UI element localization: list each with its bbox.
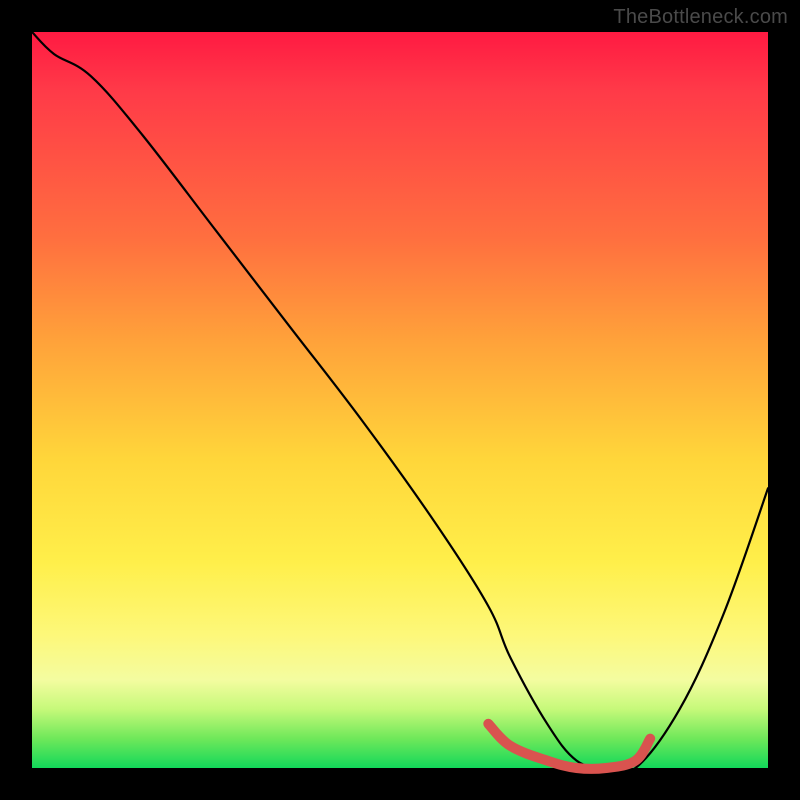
plot-area (32, 32, 768, 768)
sweet-spot-band (488, 724, 650, 769)
watermark-text: TheBottleneck.com (613, 6, 788, 29)
chart-frame: TheBottleneck.com (0, 0, 800, 800)
curve-layer (32, 32, 768, 768)
bottleneck-curve (32, 32, 768, 773)
